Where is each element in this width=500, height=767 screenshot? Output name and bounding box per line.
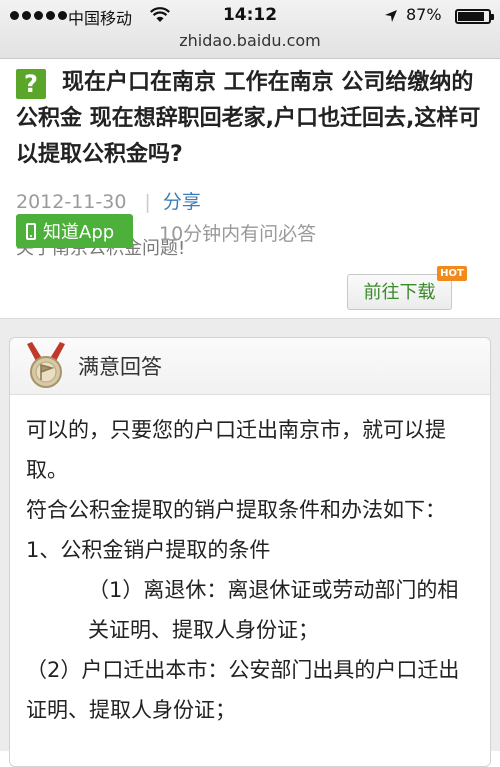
address-bar-url[interactable]: zhidao.baidu.com — [0, 31, 500, 50]
answer-body: 可以的，只要您的户口迁出南京市，就可以提取。 符合公积金提取的销户提取条件和办法… — [26, 410, 478, 730]
phone-icon — [26, 222, 36, 240]
browser-top-bar: 中国移动 14:12 87% zhidao.baidu.com — [0, 0, 500, 59]
best-answer-card: 满意回答 可以的，只要您的户口迁出南京市，就可以提取。 符合公积金提取的销户提取… — [9, 337, 491, 767]
question-date: 2012-11-30 — [16, 191, 127, 213]
hot-badge: HOT — [437, 266, 467, 281]
zhidao-app-button[interactable]: 知道App — [16, 214, 133, 248]
battery-icon — [455, 9, 494, 24]
battery-fill — [458, 12, 484, 21]
answer-paragraph: 符合公积金提取的销户提取条件和办法如下： — [26, 498, 446, 522]
share-link[interactable]: 分享 — [163, 191, 201, 213]
best-answer-title: 满意回答 — [78, 355, 162, 379]
location-arrow-icon — [384, 8, 398, 27]
medal-icon — [23, 342, 69, 394]
answer-paragraph: 1、公积金销户提取的条件 — [26, 538, 271, 562]
answer-paragraph: 可以的，只要您的户口迁出南京市，就可以提取。 — [26, 418, 446, 482]
app-slogan: 10分钟内有问必答 — [159, 223, 317, 245]
answer-paragraph: （2）户口迁出本市：公安部门出具的户口迁出证明、提取人身份证； — [26, 658, 460, 722]
status-bar: 中国移动 14:12 87% — [0, 0, 500, 30]
best-answer-header: 满意回答 — [10, 338, 490, 395]
question-meta: 2012-11-30 | 分享 — [16, 187, 201, 214]
answer-paragraph: （1）离退休：离退休证或劳动部门的相关证明、提取人身份证； — [88, 578, 459, 642]
app-button-label: 知道App — [43, 222, 115, 243]
meta-separator: | — [144, 191, 151, 213]
battery-percent: 87% — [406, 5, 442, 24]
question-title: 现在户口在南京 工作在南京 公司给缴纳的公积金 现在想辞职回老家,户口也迁回去,… — [16, 70, 481, 167]
